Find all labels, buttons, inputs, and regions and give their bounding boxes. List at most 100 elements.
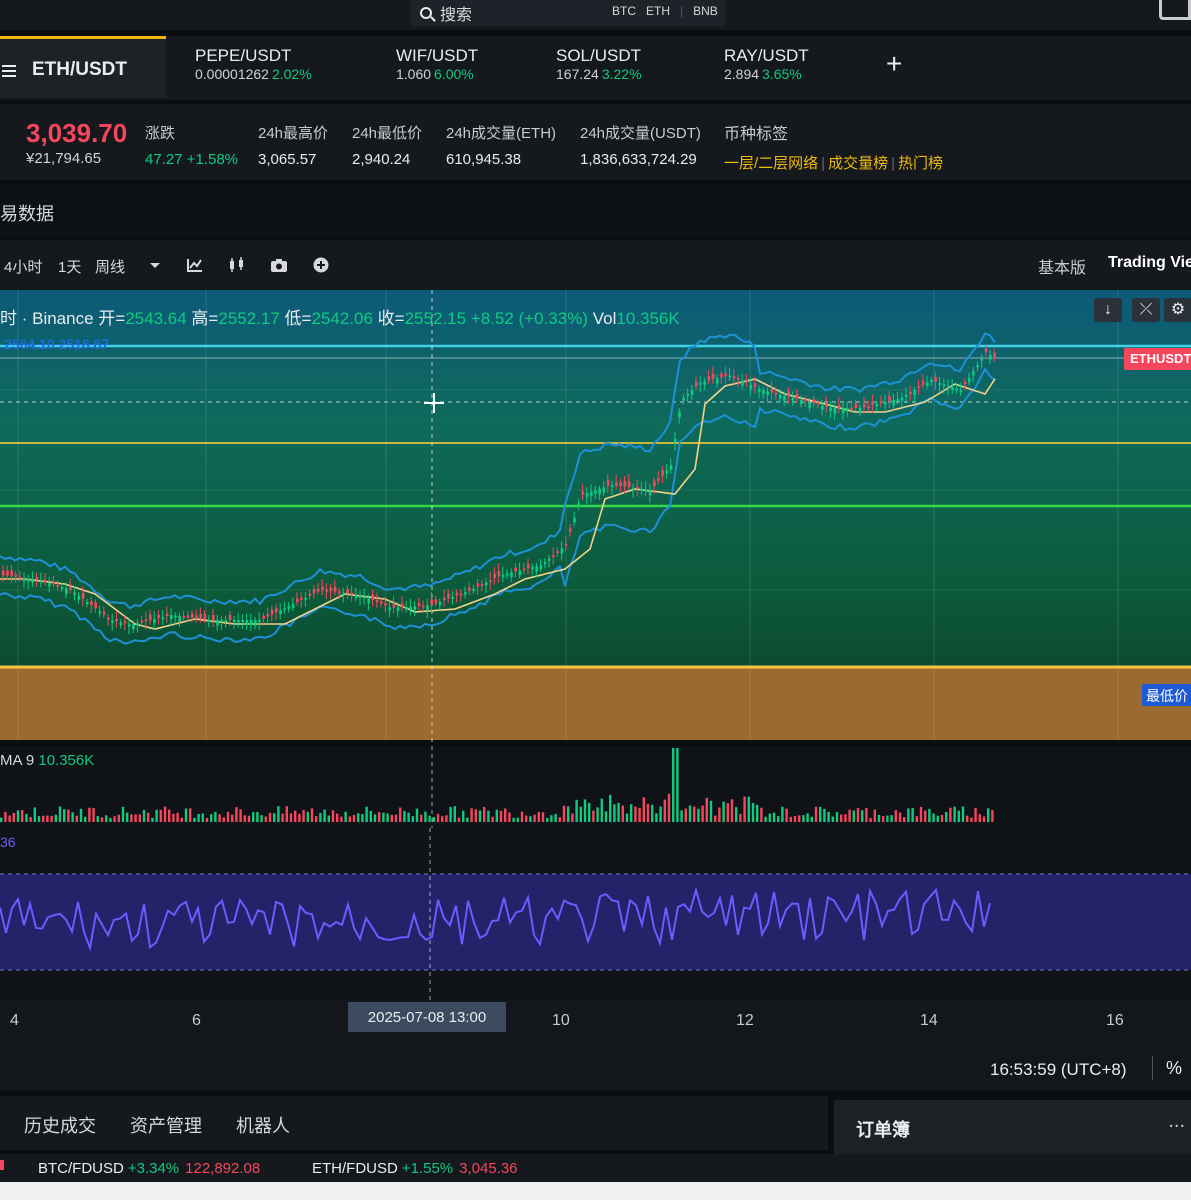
volume-bar xyxy=(197,814,200,822)
candle-body xyxy=(228,614,232,620)
collapse-icon[interactable]: ⤫ xyxy=(1132,298,1160,322)
ticker-item-btc[interactable]: BTC/FDUSD +3.34% 122,892.08 xyxy=(38,1160,260,1177)
candle-body xyxy=(224,620,228,622)
tab-sol-usdt[interactable]: SOL/USDT 167.24 3.22% xyxy=(556,46,642,84)
volume-bar xyxy=(928,808,931,822)
candle-body xyxy=(413,606,417,611)
camera-icon[interactable] xyxy=(270,257,288,273)
tab-trade-history[interactable]: 历史成交 xyxy=(24,1112,96,1138)
candle-body xyxy=(451,596,454,599)
interval-1w[interactable]: 周线 xyxy=(95,256,125,277)
tab-wif-usdt[interactable]: WIF/USDT 1.060 6.00% xyxy=(396,46,478,84)
timezone-clock[interactable]: 16:53:59 (UTC+8) xyxy=(990,1060,1127,1080)
candle-body xyxy=(989,355,992,360)
volume-bar xyxy=(856,808,860,822)
quick-search-eth[interactable]: ETH xyxy=(646,4,670,18)
volume-bar xyxy=(386,813,389,822)
ticker-price: 122,892.08 xyxy=(185,1160,261,1177)
ticker-item-eth[interactable]: ETH/FDUSD +1.55% 3,045.36 xyxy=(312,1160,518,1177)
orderbook-title[interactable]: 订单簿 xyxy=(856,1116,910,1142)
time-axis[interactable]: 4 6 10 12 14 16 2025-07-08 13:00 xyxy=(0,1000,1191,1044)
tag-hot-list[interactable]: 热门榜 xyxy=(898,155,943,172)
candle-body xyxy=(531,567,534,570)
volume-bar xyxy=(474,809,477,822)
candle-body xyxy=(23,577,26,582)
volume-bar xyxy=(915,816,918,822)
candle-body xyxy=(443,597,446,601)
candle-body xyxy=(241,620,244,622)
candle-body xyxy=(732,376,736,379)
add-tab-button[interactable]: + xyxy=(886,48,902,80)
settings-icon[interactable]: ⚙ xyxy=(1164,298,1191,322)
candle-body xyxy=(186,615,190,618)
price-chart[interactable]: 时 · Binance 开=2543.64 高=2552.17 低=2542.0… xyxy=(0,290,1191,750)
add-indicator-icon[interactable] xyxy=(312,257,330,273)
interval-1d[interactable]: 1天 xyxy=(58,256,81,277)
window-icon[interactable] xyxy=(1159,0,1191,20)
candle-body xyxy=(56,584,60,587)
volume-bars xyxy=(0,748,994,822)
candle-body xyxy=(779,394,782,399)
percent-scale-toggle[interactable]: % xyxy=(1166,1058,1182,1079)
more-icon[interactable]: ... xyxy=(1168,1110,1185,1133)
volume-pane[interactable]: MA 9 10.356K xyxy=(0,746,1191,828)
volume-bar xyxy=(163,806,167,822)
price-chart-canvas[interactable] xyxy=(0,290,1191,750)
stat-label: 涨跌 xyxy=(145,125,176,142)
candle-body xyxy=(800,400,803,405)
search-box[interactable]: 搜索 BTC ETH | BNB xyxy=(410,0,726,26)
arrow-down-icon[interactable]: ↓ xyxy=(1094,298,1122,322)
candle-body xyxy=(52,582,55,585)
volume-bar xyxy=(428,815,431,822)
tab-ray-usdt[interactable]: RAY/USDT 2.894 3.65% xyxy=(724,46,809,84)
menu-icon[interactable] xyxy=(2,65,16,77)
volume-bar xyxy=(966,815,969,822)
volume-bar xyxy=(852,810,855,822)
section-title[interactable]: 易数据 xyxy=(0,200,54,226)
tab-pair-change: 2.02% xyxy=(271,66,312,82)
candle-body xyxy=(745,379,748,383)
tab-pepe-usdt[interactable]: PEPE/USDT 0.00001262 2.02% xyxy=(195,46,312,84)
volume-bar xyxy=(487,810,490,822)
volume-bar xyxy=(92,807,95,822)
volume-bar xyxy=(924,810,927,822)
candle-body xyxy=(375,599,379,602)
tab-bots[interactable]: 机器人 xyxy=(236,1112,290,1138)
quick-search-btc[interactable]: BTC xyxy=(612,4,636,18)
candle-body xyxy=(14,574,18,577)
volume-bar xyxy=(323,809,326,822)
volume-bar xyxy=(8,815,11,822)
tab-eth-usdt[interactable]: ETH/USDT xyxy=(0,36,166,98)
candle-body xyxy=(569,528,572,532)
tag-layer-network[interactable]: 一层/二层网络 xyxy=(724,155,818,172)
ticker-change: +3.34% xyxy=(127,1160,180,1177)
volume-bar xyxy=(201,813,204,822)
volume-bar xyxy=(798,815,801,822)
candlestick-icon[interactable] xyxy=(228,257,246,273)
candle-body xyxy=(653,480,656,487)
rsi-pane[interactable]: 36 xyxy=(0,828,1191,1000)
quick-search-list: BTC ETH | BNB xyxy=(612,4,718,18)
chart-footer: 16:53:59 (UTC+8) % xyxy=(0,1044,1191,1090)
candle-body xyxy=(556,551,559,554)
volume-bar xyxy=(953,806,956,822)
stat-24h-volume-usdt: 24h成交量(USDT) 1,836,633,724.29 xyxy=(580,122,701,168)
legend-prefix: 时 · Binance xyxy=(0,309,94,328)
view-basic-button[interactable]: 基本版 xyxy=(1038,254,1086,278)
tab-asset-management[interactable]: 资产管理 xyxy=(130,1112,202,1138)
candle-body xyxy=(590,491,593,496)
candle-body xyxy=(665,470,669,474)
view-tradingview-button[interactable]: Trading Vie xyxy=(1108,254,1191,272)
volume-bar xyxy=(819,806,822,822)
candle-body xyxy=(254,620,257,626)
interval-4h[interactable]: 4小时 xyxy=(4,256,42,277)
volume-bar xyxy=(96,815,99,822)
chevron-down-icon[interactable] xyxy=(146,257,164,273)
volume-bar xyxy=(453,806,456,822)
quick-search-bnb[interactable]: BNB xyxy=(693,4,718,18)
indicator-icon[interactable] xyxy=(186,257,204,273)
candle-body xyxy=(581,491,585,495)
volume-bar xyxy=(113,816,116,822)
tag-volume-rank[interactable]: 成交量榜 xyxy=(828,155,888,172)
tab-pair-price: 0.00001262 xyxy=(195,66,269,82)
